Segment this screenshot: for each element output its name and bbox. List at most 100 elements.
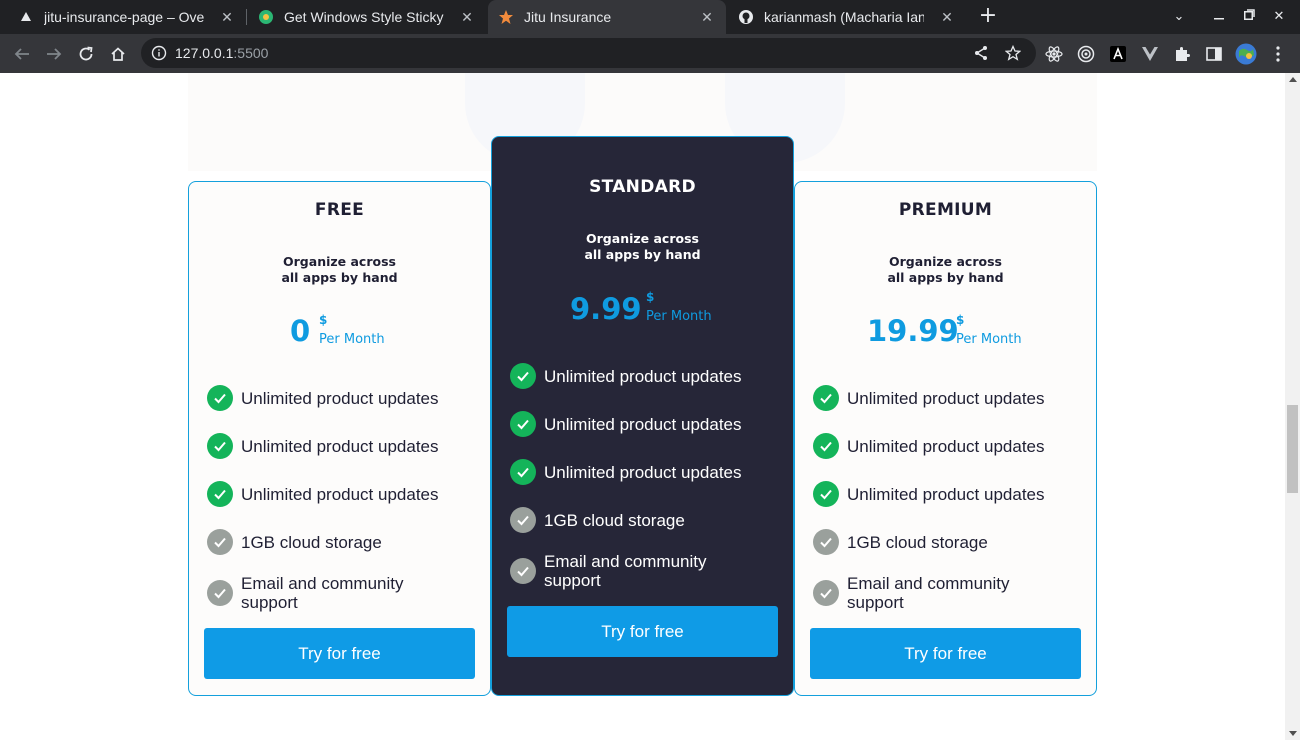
reload-icon[interactable] xyxy=(74,42,98,66)
feature-label: Unlimited product updates xyxy=(847,484,1045,504)
share-icon[interactable] xyxy=(973,45,989,61)
forward-arrow-icon[interactable] xyxy=(42,42,66,66)
feature-item: Email and community support xyxy=(813,574,1083,612)
tab-separator xyxy=(246,9,247,25)
check-circle-icon xyxy=(813,385,839,411)
feature-item: 1GB cloud storage xyxy=(510,507,780,533)
new-tab-icon[interactable]: + xyxy=(976,5,1000,29)
plan-description-line: Organize across xyxy=(283,254,396,269)
feature-label: Unlimited product updates xyxy=(241,388,439,408)
plan-description: Organize across all apps by hand xyxy=(492,231,793,263)
home-icon[interactable] xyxy=(106,42,130,66)
close-icon[interactable]: ✕ xyxy=(698,8,716,26)
check-circle-disabled-icon xyxy=(813,529,839,555)
a-extension-icon[interactable] xyxy=(1109,45,1127,63)
plan-description-line: Organize across xyxy=(889,254,1002,269)
feature-item: Unlimited product updates xyxy=(510,363,780,389)
price-amount: 9.99 xyxy=(570,292,642,326)
info-icon[interactable] xyxy=(151,45,167,61)
browser-tab-3[interactable]: Jitu Insurance ✕ xyxy=(488,0,726,34)
feature-item: Unlimited product updates xyxy=(510,459,780,485)
feature-label: Unlimited product updates xyxy=(241,436,439,456)
feature-label: Unlimited product updates xyxy=(847,388,1045,408)
close-window-icon[interactable]: ✕ xyxy=(1268,6,1290,28)
tab-title: karianmash (Macharia Ian) xyxy=(764,9,924,25)
tab-search-chevron-icon[interactable]: ⌄ xyxy=(1168,6,1190,28)
github-icon xyxy=(738,9,754,25)
close-icon[interactable]: ✕ xyxy=(458,8,476,26)
browser-tab-1[interactable]: jitu-insurance-page – Overview ✕ xyxy=(8,0,246,34)
star-icon xyxy=(498,9,514,25)
maximize-icon[interactable] xyxy=(1238,6,1260,28)
close-icon[interactable]: ✕ xyxy=(218,8,236,26)
tab-title: Jitu Insurance xyxy=(524,9,612,25)
feature-label: Email and community support xyxy=(241,574,404,612)
feature-item: Email and community support xyxy=(207,574,477,612)
feature-label: Unlimited product updates xyxy=(544,462,742,482)
price: 9.99 $ Per Month xyxy=(492,290,793,330)
plan-name: STANDARD xyxy=(589,177,696,197)
browser-toolbar: 127.0.0.1:5500 xyxy=(0,34,1300,73)
back-arrow-icon[interactable] xyxy=(10,42,34,66)
feature-item: Unlimited product updates xyxy=(813,433,1083,459)
check-circle-icon xyxy=(813,433,839,459)
url-text: 127.0.0.1:5500 xyxy=(175,45,268,61)
browser-tab-bar: jitu-insurance-page – Overview ✕ Get Win… xyxy=(0,0,1300,34)
pricing-card-standard: STANDARD Organize across all apps by han… xyxy=(491,136,794,696)
price-currency: $ xyxy=(319,313,328,327)
close-icon[interactable]: ✕ xyxy=(938,8,956,26)
check-circle-icon xyxy=(207,385,233,411)
extension-puzzle-icon xyxy=(258,9,274,25)
minimize-icon[interactable] xyxy=(1208,6,1230,28)
feature-label: 1GB cloud storage xyxy=(847,532,988,552)
check-circle-disabled-icon xyxy=(207,529,233,555)
extensions-puzzle-icon[interactable] xyxy=(1173,45,1191,63)
tab-title: jitu-insurance-page – Overview xyxy=(44,9,204,25)
check-circle-icon xyxy=(207,433,233,459)
bookmark-star-icon[interactable] xyxy=(1004,44,1022,61)
scroll-up-arrow-icon[interactable] xyxy=(1289,77,1297,82)
page-scrollbar[interactable] xyxy=(1285,73,1300,740)
plan-name: FREE xyxy=(314,200,365,220)
plan-description-line: all apps by hand xyxy=(584,247,701,262)
try-for-free-button[interactable]: Try for free xyxy=(204,628,475,679)
pricing-card-premium: PREMIUM Organize across all apps by hand… xyxy=(794,181,1097,696)
scroll-down-arrow-icon[interactable] xyxy=(1289,731,1297,736)
feature-label: Unlimited product updates xyxy=(847,436,1045,456)
page-viewport: FREE Organize across all apps by hand 0 … xyxy=(0,73,1285,740)
feature-item: 1GB cloud storage xyxy=(813,529,1083,555)
target-extension-icon[interactable] xyxy=(1077,45,1095,63)
tab-title: Get Windows Style Sticky Notes xyxy=(284,9,444,25)
feature-label: 1GB cloud storage xyxy=(544,510,685,530)
try-for-free-button[interactable]: Try for free xyxy=(810,628,1081,679)
browser-tab-4[interactable]: karianmash (Macharia Ian) ✕ xyxy=(728,0,966,34)
price-period: Per Month xyxy=(956,332,1022,347)
plan-description-line: all apps by hand xyxy=(887,270,1004,285)
check-circle-disabled-icon xyxy=(813,580,839,606)
feature-item: Unlimited product updates xyxy=(207,433,477,459)
plan-description-line: Organize across xyxy=(586,231,699,246)
feature-item: 1GB cloud storage xyxy=(207,529,477,555)
check-circle-disabled-icon xyxy=(510,507,536,533)
scrollbar-thumb[interactable] xyxy=(1287,405,1298,493)
side-panel-icon[interactable] xyxy=(1205,45,1223,63)
plan-name: PREMIUM xyxy=(898,200,993,220)
check-circle-icon xyxy=(207,481,233,507)
feature-label: Unlimited product updates xyxy=(544,366,742,386)
feature-label: Unlimited product updates xyxy=(544,414,742,434)
url-port: :5500 xyxy=(233,45,269,61)
react-devtools-icon[interactable] xyxy=(1045,45,1063,63)
address-bar[interactable]: 127.0.0.1:5500 xyxy=(141,38,1036,68)
check-circle-icon xyxy=(510,363,536,389)
plan-description: Organize across all apps by hand xyxy=(795,254,1096,286)
check-circle-disabled-icon xyxy=(207,580,233,606)
check-circle-disabled-icon xyxy=(510,558,536,584)
vue-devtools-icon[interactable] xyxy=(1141,45,1159,63)
price-currency: $ xyxy=(956,313,965,327)
menu-kebab-icon[interactable] xyxy=(1269,45,1287,63)
browser-tab-2[interactable]: Get Windows Style Sticky Notes ✕ xyxy=(248,0,486,34)
try-for-free-button[interactable]: Try for free xyxy=(507,606,778,657)
profile-avatar-icon[interactable] xyxy=(1235,43,1257,65)
check-circle-icon xyxy=(510,411,536,437)
price: 19.99 $ Per Month xyxy=(795,312,1096,352)
